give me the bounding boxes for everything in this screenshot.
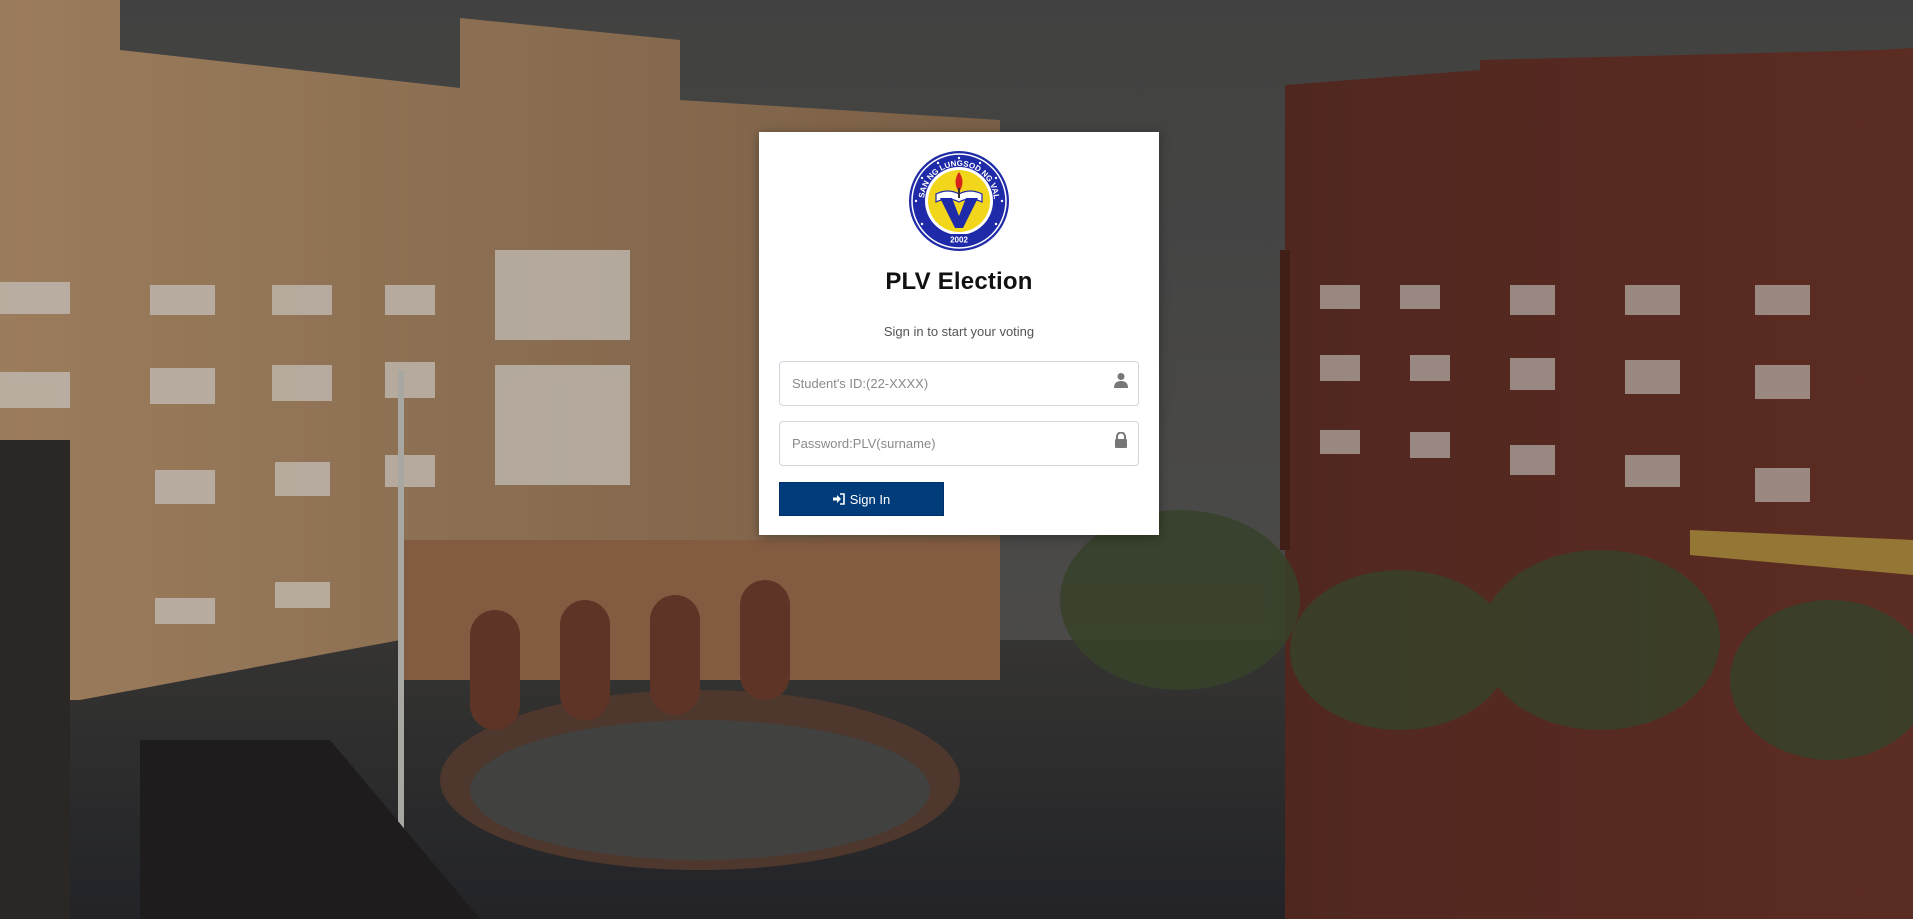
login-card: PAMANTASAN NG LUNGSOD NG VALENZUELA 2002…: [759, 132, 1159, 535]
sign-in-icon: [832, 493, 845, 505]
user-icon: [1114, 373, 1128, 388]
student-id-input[interactable]: [780, 362, 1138, 405]
page-title: PLV Election: [885, 268, 1033, 295]
student-id-field-wrapper: [779, 361, 1139, 406]
university-seal-logo: PAMANTASAN NG LUNGSOD NG VALENZUELA 2002: [908, 150, 1010, 252]
seal-year: 2002: [950, 236, 968, 245]
password-field-wrapper: [779, 421, 1139, 466]
sign-in-button[interactable]: Sign In: [779, 482, 944, 516]
password-input[interactable]: [780, 422, 1138, 465]
login-subtitle: Sign in to start your voting: [883, 324, 1035, 339]
sign-in-label: Sign In: [849, 491, 891, 507]
lock-icon: [1115, 432, 1127, 448]
